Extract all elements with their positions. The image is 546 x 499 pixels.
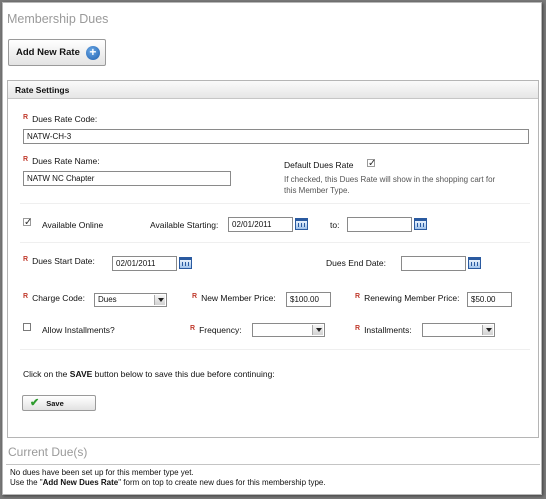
- default-dues-rate-label: Default Dues Rate: [284, 160, 354, 170]
- calendar-icon[interactable]: [414, 218, 427, 230]
- divider: [20, 349, 530, 350]
- installments-label: R Installments:: [355, 325, 412, 335]
- frequency-select[interactable]: [252, 323, 325, 337]
- required-marker: R: [23, 114, 29, 121]
- check-icon: ✓: [24, 217, 33, 228]
- calendar-icon[interactable]: [468, 257, 481, 269]
- new-member-price-input[interactable]: $100.00: [286, 292, 331, 307]
- current-dues-message: No dues have been set up for this member…: [6, 464, 540, 496]
- page-title: Membership Dues: [7, 12, 109, 26]
- chevron-down-icon: [312, 325, 323, 335]
- charge-code-select[interactable]: Dues: [94, 293, 167, 307]
- page-frame: Membership Dues Add New Rate + Rate Sett…: [2, 2, 542, 495]
- divider: [20, 242, 530, 243]
- save-instruction: Click on the SAVE button below to save t…: [23, 369, 275, 379]
- chevron-down-icon: [154, 295, 165, 305]
- charge-code-label: R Charge Code:: [23, 293, 85, 303]
- check-icon: ✓: [368, 158, 377, 169]
- dues-rate-code-label: R Dues Rate Code:: [23, 114, 98, 124]
- default-dues-rate-checkbox[interactable]: ✓: [367, 158, 377, 169]
- current-dues-title: Current Due(s): [8, 445, 88, 459]
- required-marker: R: [355, 293, 361, 300]
- required-marker: R: [190, 325, 196, 332]
- installments-select[interactable]: [422, 323, 495, 337]
- dues-rate-name-input[interactable]: NATW NC Chapter: [23, 171, 231, 186]
- divider: [20, 203, 530, 204]
- save-label: Save: [46, 398, 64, 408]
- calendar-icon[interactable]: [295, 218, 308, 230]
- add-new-rate-label: Add New Rate: [16, 47, 80, 58]
- available-online-checkbox[interactable]: ✓: [23, 217, 33, 228]
- available-online-label: Available Online: [42, 220, 104, 230]
- renewing-member-price-input[interactable]: $50.00: [467, 292, 512, 307]
- allow-installments-checkbox[interactable]: [23, 323, 31, 331]
- renewing-member-price-label: R Renewing Member Price:: [355, 293, 460, 303]
- dues-rate-name-label: R Dues Rate Name:: [23, 156, 100, 166]
- available-starting-input[interactable]: 02/01/2011: [228, 217, 293, 232]
- new-member-price-label: R New Member Price:: [192, 293, 276, 303]
- rate-settings-panel: Rate Settings R Dues Rate Code: NATW-CH-3…: [7, 80, 539, 438]
- required-marker: R: [192, 293, 198, 300]
- calendar-icon[interactable]: [179, 257, 192, 269]
- required-marker: R: [23, 156, 29, 163]
- plus-circle-icon: +: [85, 45, 100, 60]
- dues-start-date-label: R Dues Start Date:: [23, 256, 95, 266]
- required-marker: R: [23, 256, 29, 263]
- checkmark-icon: ✔: [30, 397, 40, 409]
- available-to-input[interactable]: [347, 217, 412, 232]
- dues-rate-code-input[interactable]: NATW-CH-3: [23, 129, 529, 144]
- rate-settings-header: Rate Settings: [8, 81, 538, 99]
- save-button[interactable]: ✔ Save: [22, 395, 96, 411]
- add-new-rate-button[interactable]: Add New Rate +: [8, 39, 106, 66]
- available-to-label: to:: [330, 220, 340, 230]
- frequency-label: R Frequency:: [190, 325, 242, 335]
- dues-end-date-input[interactable]: [401, 256, 466, 271]
- chevron-down-icon: [482, 325, 493, 335]
- required-marker: R: [23, 293, 29, 300]
- available-starting-label: Available Starting:: [150, 220, 219, 230]
- dues-start-date-input[interactable]: 02/01/2011: [112, 256, 177, 271]
- required-marker: R: [355, 325, 361, 332]
- dues-end-date-label: Dues End Date:: [326, 258, 387, 268]
- allow-installments-label: Allow Installments?: [42, 325, 115, 335]
- default-dues-rate-help: If checked, this Dues Rate will show in …: [284, 175, 496, 195]
